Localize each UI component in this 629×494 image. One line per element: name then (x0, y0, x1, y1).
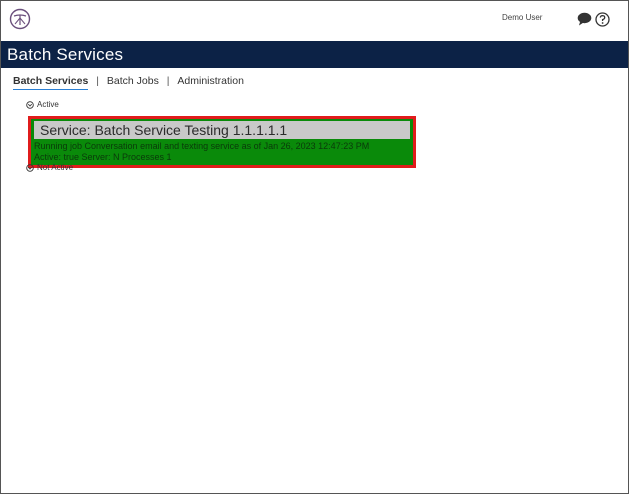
app-window: Demo User Batch Services Batch Services … (0, 0, 629, 494)
tab-administration[interactable]: Administration (177, 75, 244, 87)
app-logo-icon[interactable] (9, 8, 31, 30)
top-header: Demo User (1, 1, 628, 37)
active-group-label: Active (37, 100, 59, 109)
tab-batch-services[interactable]: Batch Services (13, 75, 89, 90)
tab-separator: | (166, 75, 170, 87)
page-title: Batch Services (7, 45, 124, 64)
user-name[interactable]: Demo User (502, 13, 542, 22)
collapse-circle-icon (26, 100, 34, 109)
chat-bubble-icon[interactable] (577, 12, 592, 26)
tab-batch-jobs[interactable]: Batch Jobs (107, 75, 159, 87)
service-detail-line: Active: true Server: N Processes 1 (34, 152, 172, 162)
not-active-group-label: Not Active (37, 163, 74, 172)
collapse-circle-icon (26, 163, 34, 172)
active-group-toggle[interactable]: Active (26, 100, 59, 109)
service-title: Service: Batch Service Testing 1.1.1.1.1 (40, 122, 288, 138)
tab-navigation: Batch Services | Batch Jobs | Administra… (13, 75, 244, 93)
not-active-group-toggle[interactable]: Not Active (26, 163, 73, 172)
service-status-line: Running job Conversation email and texti… (34, 141, 370, 151)
help-icon[interactable] (595, 12, 610, 27)
page-title-bar: Batch Services (1, 41, 628, 68)
tab-separator: | (96, 75, 99, 87)
service-card-header: Service: Batch Service Testing 1.1.1.1.1 (34, 121, 410, 139)
service-card[interactable]: Service: Batch Service Testing 1.1.1.1.1… (28, 116, 416, 168)
